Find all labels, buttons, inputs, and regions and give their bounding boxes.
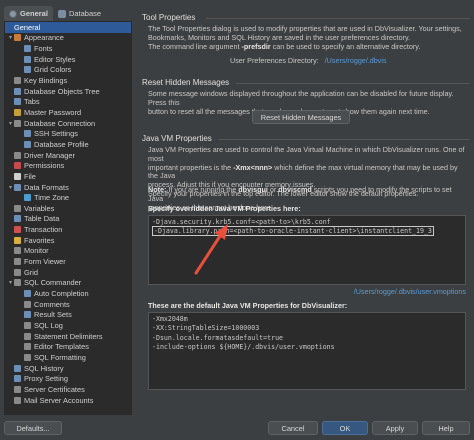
ok-button[interactable]: OK [322,421,368,435]
annotation-arrow-icon [194,224,228,275]
apply-button[interactable]: Apply [372,421,418,435]
defaults-button[interactable]: Defaults... [4,421,62,435]
help-button[interactable]: Help [422,421,470,435]
cancel-button[interactable]: Cancel [268,421,318,435]
